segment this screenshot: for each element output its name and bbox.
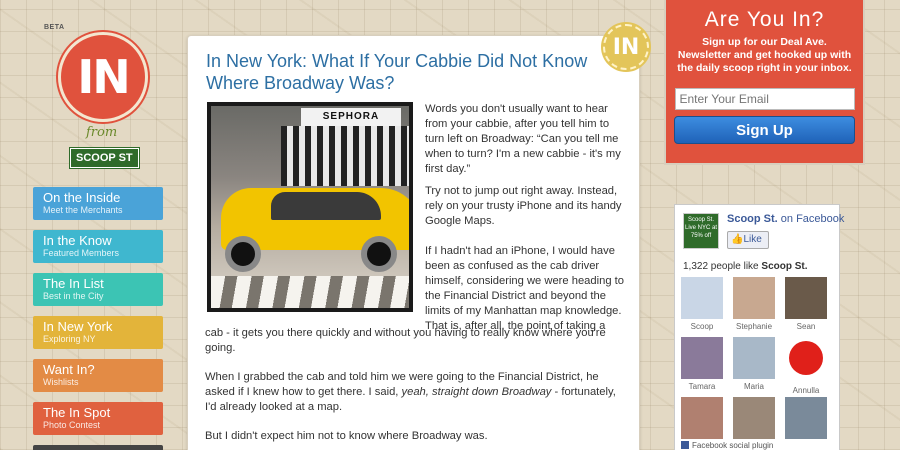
page-name[interactable]: Scoop St.	[727, 213, 778, 225]
sign-up-button[interactable]: Sign Up	[674, 116, 855, 144]
fan-avatar[interactable]	[785, 277, 827, 319]
article-paragraph-1: Words you don't usually want to hear fro…	[425, 103, 621, 175]
fan-avatar[interactable]	[681, 397, 723, 439]
seal-text: IN	[77, 50, 131, 104]
like-count: 1,322 people like Scoop St.	[683, 261, 808, 272]
nav-item-partial[interactable]	[33, 445, 163, 450]
newsletter-signup: Are You In? Sign up for our Deal Ave. Ne…	[664, 0, 865, 165]
from-label: from	[86, 125, 118, 140]
nav-subtitle: Wishlists	[43, 377, 79, 387]
fan-name[interactable]: Sean	[785, 322, 827, 332]
fan-face[interactable]: Annulla	[785, 337, 827, 396]
thumbs-up-icon: 👍	[731, 234, 744, 245]
nav-title: In the Know	[43, 233, 112, 248]
facebook-header: Scoop St. Live NYC at 75% off Scoop St. …	[683, 213, 844, 253]
article-paragraph-3a: If I hadn't had an iPhone, I would have …	[425, 245, 624, 332]
nav-title: The In Spot	[43, 405, 111, 420]
fan-name[interactable]: Tamara	[681, 382, 723, 392]
like-label: Like	[743, 234, 762, 245]
photo-storefront	[281, 126, 409, 186]
nav-title: The In List	[43, 276, 104, 291]
nav-item-the-in-spot[interactable]: The In Spot Photo Contest	[33, 402, 163, 435]
article-paragraph-3b: cab - it gets you there quickly and with…	[205, 327, 606, 354]
red-circle-avatar	[789, 341, 823, 375]
fan-avatar[interactable]	[733, 277, 775, 319]
paragraph-4-italic: yeah, straight down Broadway	[401, 386, 552, 398]
facebook-like-box: Scoop St. Live NYC at 75% off Scoop St. …	[674, 204, 844, 450]
like-count-text: 1,322 people like	[683, 261, 759, 272]
nav-item-want-in[interactable]: Want In? Wishlists	[33, 359, 163, 392]
fan-name[interactable]: Stephanie	[733, 322, 775, 332]
email-input[interactable]	[674, 88, 855, 110]
article-paragraph-2: Try not to jump out right away. Instead,…	[425, 185, 622, 227]
article-paragraph-4: When I grabbed the cab and told him we w…	[205, 370, 625, 415]
fan-face[interactable]	[785, 397, 827, 450]
fan-avatar[interactable]	[733, 397, 775, 439]
fan-name[interactable]	[785, 442, 827, 450]
facebook-icon	[681, 441, 689, 449]
nav-item-the-in-list[interactable]: The In List Best in the City	[33, 273, 163, 306]
fan-avatar[interactable]	[733, 337, 775, 379]
thumbnail-text: Scoop St. Live NYC at 75% off	[684, 217, 717, 239]
nav-item-in-the-know[interactable]: In the Know Featured Members	[33, 230, 163, 263]
main-nav: On the Inside Meet the Merchants In the …	[33, 187, 163, 450]
fan-face[interactable]: Tamara	[681, 337, 723, 392]
signup-title: Are You In?	[704, 8, 825, 31]
fan-name[interactable]: Annulla	[785, 386, 827, 396]
article-title[interactable]: In New York: What If Your Cabbie Did Not…	[206, 50, 606, 94]
nav-subtitle: Photo Contest	[43, 420, 101, 430]
footer-text[interactable]: Facebook social plugin	[692, 441, 773, 450]
nav-subtitle: Best in the City	[43, 291, 104, 301]
fan-face[interactable]: Stephanie	[733, 277, 775, 332]
nav-item-on-the-inside[interactable]: On the Inside Meet the Merchants	[33, 187, 163, 220]
in-badge-icon: IN	[603, 24, 649, 70]
signup-description: Sign up for our Deal Ave. Newsletter and…	[677, 36, 852, 74]
like-count-page[interactable]: Scoop St.	[761, 261, 807, 272]
fan-name[interactable]: Scoop	[681, 322, 723, 332]
nav-title: In New York	[43, 319, 113, 334]
nav-subtitle: Meet the Merchants	[43, 205, 123, 215]
site-logo[interactable]: BETA IN from SCOOP ST	[44, 20, 154, 180]
nav-subtitle: Featured Members	[43, 248, 120, 258]
facebook-page-link[interactable]: Scoop St. on Facebook	[727, 213, 844, 225]
fan-avatar[interactable]	[785, 397, 827, 439]
article-card: In New York: What If Your Cabbie Did Not…	[187, 35, 640, 450]
fan-face[interactable]: Scoop	[681, 277, 723, 332]
fan-avatar[interactable]	[681, 337, 723, 379]
photo-taxi-window	[271, 192, 381, 220]
fan-avatar[interactable]	[785, 341, 827, 383]
photo-wheel	[361, 236, 397, 272]
in-seal-logo: IN	[58, 32, 148, 122]
photo-crosswalk	[211, 276, 409, 308]
fan-avatar[interactable]	[681, 277, 723, 319]
facebook-like-button[interactable]: 👍Like	[727, 231, 769, 249]
nav-item-in-new-york[interactable]: In New York Exploring NY	[33, 316, 163, 349]
nav-title: Want In?	[43, 362, 95, 377]
taxi-photo: SEPHORA	[207, 102, 413, 312]
in-badge-text: IN	[612, 34, 640, 60]
photo-wheel	[225, 236, 261, 272]
article-paragraph-5: But I didn't expect him not to know wher…	[205, 430, 488, 442]
fan-face[interactable]: Sean	[785, 277, 827, 332]
photo-store-sign: SEPHORA	[301, 108, 401, 126]
beta-label: BETA	[44, 24, 65, 31]
on-facebook-text: on Facebook	[780, 213, 845, 225]
facebook-footer: Facebook social plugin	[681, 441, 773, 450]
nav-title: On the Inside	[43, 190, 121, 205]
nav-subtitle: Exploring NY	[43, 334, 96, 344]
scoop-st-logo: SCOOP ST	[70, 148, 139, 168]
fan-name[interactable]: Maria	[733, 382, 775, 392]
page-thumbnail[interactable]: Scoop St. Live NYC at 75% off	[683, 213, 719, 249]
fan-face[interactable]: Maria	[733, 337, 775, 392]
